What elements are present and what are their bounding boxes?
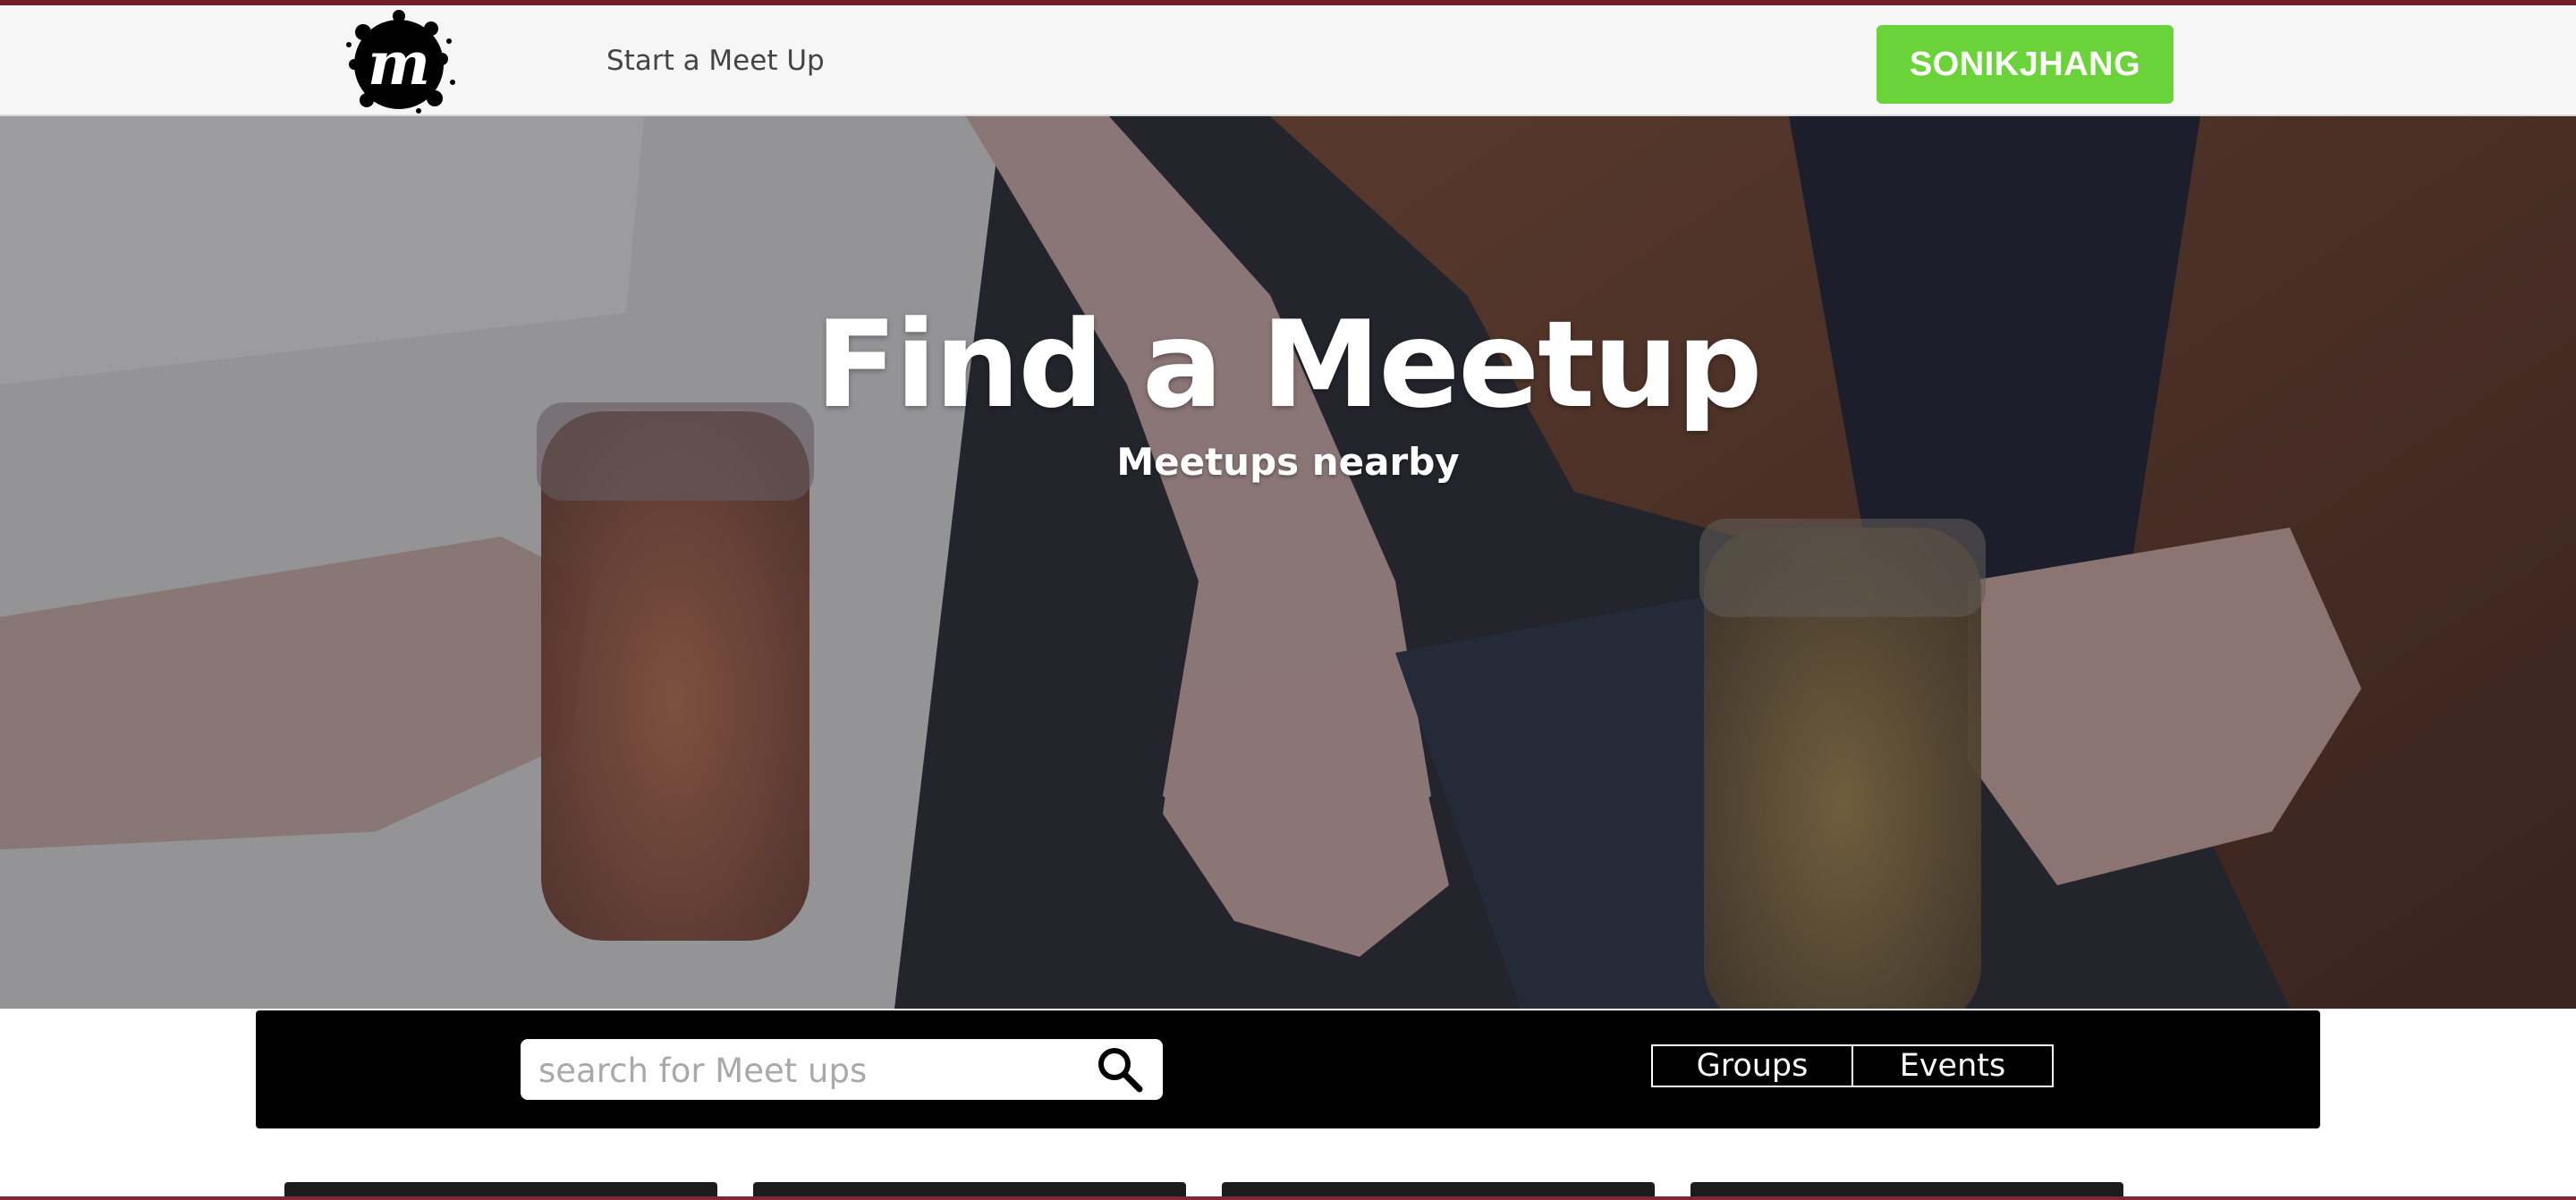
- logo-letter: m: [368, 29, 430, 98]
- user-account-button[interactable]: SONIKJHANG: [1877, 25, 2174, 104]
- window-bottom-border: [0, 1196, 2576, 1200]
- tab-groups[interactable]: Groups: [1651, 1044, 1853, 1087]
- start-meetup-link[interactable]: Start a Meet Up: [606, 45, 825, 77]
- hero-banner: Find a Meetup Meetups nearby: [0, 116, 2576, 1009]
- search-toolbar: Groups Events: [256, 1010, 2320, 1128]
- meetup-logo[interactable]: m: [342, 5, 458, 116]
- hero-subtitle: Meetups nearby: [1116, 440, 1460, 484]
- search-icon[interactable]: [1095, 1044, 1145, 1094]
- search-input[interactable]: [537, 1039, 1077, 1102]
- hero-background-image: [0, 116, 2576, 1009]
- site-header: m Start a Meet Up SONIKJHANG: [0, 5, 2576, 116]
- hero-title: Find a Meetup: [815, 295, 1763, 435]
- search-box: [521, 1039, 1163, 1102]
- tab-events[interactable]: Events: [1852, 1044, 2054, 1087]
